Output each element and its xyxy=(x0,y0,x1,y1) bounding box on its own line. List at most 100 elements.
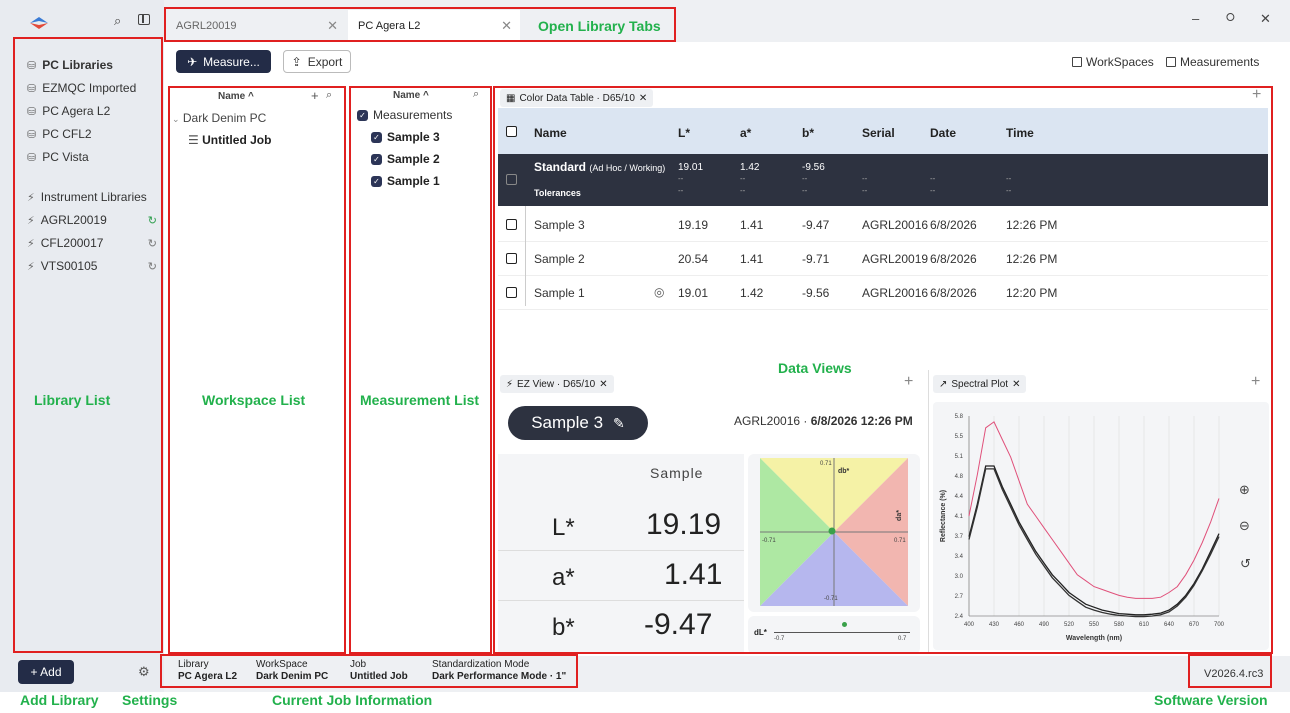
x-tick-label: 670 xyxy=(1189,622,1200,628)
close-icon[interactable]: ✕ xyxy=(599,379,607,390)
column-header[interactable]: L* xyxy=(678,126,690,140)
minimize-icon[interactable]: – xyxy=(1192,11,1199,26)
instrument-item[interactable]: ⚡ AGRL20019 ↻ xyxy=(27,213,157,227)
tolerance-dash: -- xyxy=(802,186,808,195)
tab-agrl20019[interactable]: AGRL20019 ✕ xyxy=(166,10,346,42)
measurements-toggle[interactable]: Measurements xyxy=(1166,55,1259,69)
workspace-panel: Name ^ + ⌕ ⌄ Dark Denim PC ☰ Untitled Jo… xyxy=(168,86,346,654)
column-header[interactable]: Name xyxy=(534,126,567,140)
window-close-icon[interactable]: ✕ xyxy=(1260,11,1271,27)
measurement-name-header[interactable]: Name ^ xyxy=(393,90,429,101)
job-item[interactable]: ☰ Untitled Job xyxy=(188,133,271,147)
export-button[interactable]: ⇪ Export xyxy=(283,50,351,73)
column-header[interactable]: a* xyxy=(740,126,751,140)
instrument-item[interactable]: ⚡ CFL200017 ↻ xyxy=(27,236,157,250)
instrument-icon: ⚡ xyxy=(27,260,35,273)
target-icon[interactable]: ◎ xyxy=(654,285,664,299)
checkbox-checked[interactable]: ✓ xyxy=(371,153,382,165)
instrument-icon: ⚡ xyxy=(27,237,35,250)
column-header[interactable]: Time xyxy=(1006,126,1034,140)
sync-icon[interactable]: ↻ xyxy=(148,214,157,227)
workspace-name-header[interactable]: Name ^ xyxy=(218,91,254,102)
row-checkbox[interactable] xyxy=(506,287,517,298)
toolbar: ✈ Measure... ⇪ Export WorkSpaces Measureme… xyxy=(164,42,1290,84)
edit-pencil-icon[interactable]: ✎ xyxy=(613,415,625,432)
a-value: 1.41 xyxy=(664,558,723,591)
annotation-current-job: Current Job Information xyxy=(272,692,433,708)
standard-tag: (Ad Hoc / Working) xyxy=(589,163,666,173)
sample-name-pill[interactable]: Sample 3 ✎ xyxy=(508,406,648,440)
workspaces-toggle[interactable]: WorkSpaces xyxy=(1072,55,1154,69)
instrument-item[interactable]: ⚡ VTS00105 ↻ xyxy=(27,259,157,273)
instrument-label: VTS00105 xyxy=(40,259,98,273)
sync-icon[interactable]: ↻ xyxy=(148,237,157,250)
L-value: 19.19 xyxy=(646,508,722,541)
add-library-button[interactable]: + Add xyxy=(18,660,74,684)
library-item[interactable]: ⛁ EZMQC Imported xyxy=(27,81,136,95)
zoom-out-icon[interactable]: ⊖ xyxy=(1239,518,1250,534)
da-db-plot xyxy=(760,458,908,606)
table-cell: 19.19 xyxy=(678,218,709,232)
tolerance-dash: -- xyxy=(930,186,936,195)
close-icon[interactable]: ✕ xyxy=(327,18,338,34)
checkbox-checked[interactable]: ✓ xyxy=(357,109,368,121)
database-icon: ⛁ xyxy=(27,105,37,118)
workspace-group[interactable]: ⌄ Dark Denim PC xyxy=(172,111,266,125)
panel-toggle-icon[interactable] xyxy=(138,14,150,25)
add-view-icon[interactable]: + xyxy=(1251,373,1260,391)
column-header[interactable]: Date xyxy=(930,126,956,140)
close-icon[interactable]: ✕ xyxy=(639,93,647,104)
zoom-in-icon[interactable]: ⊕ xyxy=(1239,482,1250,498)
tab-label: PC Agera L2 xyxy=(358,20,421,32)
restore-icon[interactable]: ⭘ xyxy=(1226,12,1235,25)
library-item[interactable]: ⛁ PC Vista xyxy=(27,150,89,164)
library-label: EZMQC Imported xyxy=(42,81,137,95)
library-item[interactable]: ⛁ PC CFL2 xyxy=(27,127,92,141)
library-item[interactable]: ⛁ PC Agera L2 xyxy=(27,104,110,118)
view-tab[interactable]: ⚡ EZ View · D65/10 ✕ xyxy=(500,375,614,393)
instrument-icon: ⚡ xyxy=(27,214,35,227)
close-icon[interactable]: ✕ xyxy=(501,18,512,34)
color-data-table-view: ▦ Color Data Table · D65/10 ✕ + Name L* a* b*… xyxy=(494,86,1272,370)
checkbox-checked[interactable]: ✓ xyxy=(371,175,382,187)
sync-icon[interactable]: ↻ xyxy=(148,260,157,273)
standard-checkbox[interactable] xyxy=(506,174,517,185)
export-label: Export xyxy=(307,54,343,69)
table-cell: 20.54 xyxy=(678,252,709,266)
measurements-group[interactable]: ✓ Measurements xyxy=(357,108,452,122)
add-view-icon[interactable]: + xyxy=(904,373,913,391)
workspace-group-label: Dark Denim PC xyxy=(182,111,267,125)
settings-gear-icon[interactable]: ⚙ xyxy=(138,664,150,680)
add-view-icon[interactable]: + xyxy=(1252,86,1261,104)
select-all-checkbox[interactable] xyxy=(506,126,517,137)
y-tick-label: 2.7 xyxy=(955,594,964,600)
annotation-settings: Settings xyxy=(122,692,178,708)
search-icon[interactable]: ⌕ xyxy=(114,13,121,29)
x-tick-label: 460 xyxy=(1014,622,1025,628)
checkbox-checked[interactable]: ✓ xyxy=(371,131,382,143)
close-icon[interactable]: ✕ xyxy=(1012,379,1020,390)
measure-button[interactable]: ✈ Measure... xyxy=(176,50,271,73)
tab-pc-agera-l2[interactable]: PC Agera L2 ✕ xyxy=(348,10,520,42)
search-icon[interactable]: ⌕ xyxy=(326,89,332,102)
column-header[interactable]: b* xyxy=(802,126,814,140)
search-icon[interactable]: ⌕ xyxy=(473,88,479,101)
measurement-item[interactable]: ✓ Sample 3 xyxy=(371,130,440,144)
annotation-data-views: Data Views xyxy=(778,360,852,376)
x-tick-label: 610 xyxy=(1139,622,1150,628)
measurement-item[interactable]: ✓ Sample 1 xyxy=(371,174,440,188)
instrument-libraries-header[interactable]: ⚡ Instrument Libraries xyxy=(27,190,147,204)
measurement-item[interactable]: ✓ Sample 2 xyxy=(371,152,440,166)
table-cell: 6/8/2026 xyxy=(930,218,977,232)
row-checkbox[interactable] xyxy=(506,253,517,264)
view-tab[interactable]: ▦ Color Data Table · D65/10 ✕ xyxy=(500,89,654,107)
x-tick-label: 700 xyxy=(1214,622,1225,628)
add-icon[interactable]: + xyxy=(311,88,319,103)
reset-icon[interactable]: ↺ xyxy=(1240,556,1251,572)
column-header[interactable]: Serial xyxy=(862,126,895,140)
view-tab[interactable]: ↗ Spectral Plot ✕ xyxy=(933,375,1027,393)
library-header[interactable]: ⛁ PC Libraries xyxy=(27,58,113,72)
row-checkbox[interactable] xyxy=(506,219,517,230)
measure-icon: ✈ xyxy=(187,54,198,69)
standard-a: 1.42 xyxy=(740,162,760,173)
